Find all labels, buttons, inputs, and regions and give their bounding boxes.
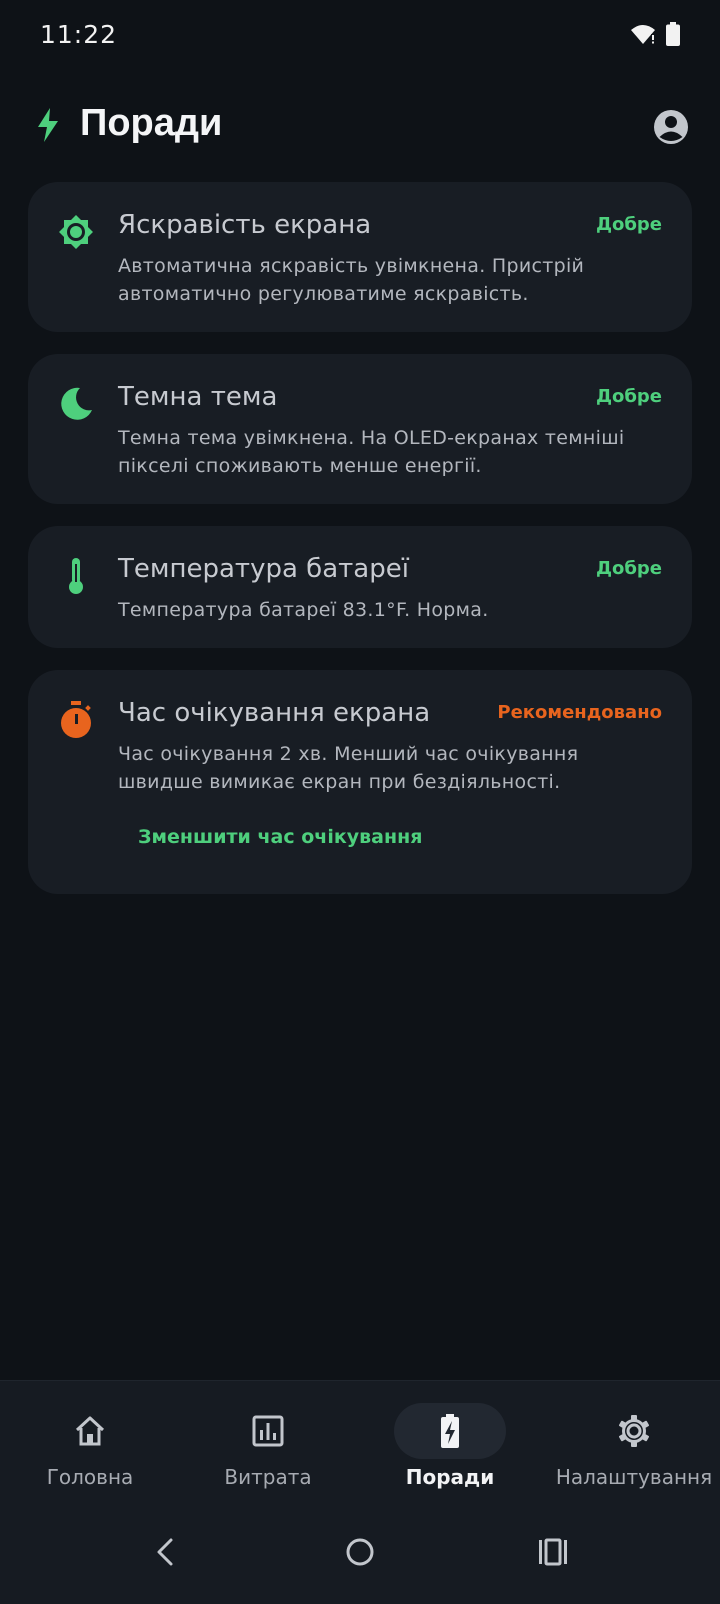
tip-card-brightness[interactable]: Яскравість екрана Добре Автоматична яскр… xyxy=(28,182,692,332)
nav-item-usage[interactable]: Витрата xyxy=(178,1381,358,1499)
status-badge: Добре xyxy=(595,214,662,235)
home-icon xyxy=(75,1416,105,1446)
home-button-icon[interactable] xyxy=(342,1534,378,1570)
system-navigation-bar xyxy=(0,1498,720,1604)
tip-title: Темна тема xyxy=(118,382,278,412)
battery-charging-icon xyxy=(441,1414,459,1448)
nav-label: Витрата xyxy=(224,1465,312,1489)
page-title: Поради xyxy=(80,102,223,144)
recents-icon[interactable] xyxy=(535,1534,571,1570)
nav-label: Головна xyxy=(46,1465,134,1489)
status-icons xyxy=(630,22,680,46)
tip-card-screen-timeout[interactable]: Час очікування екрана Рекомендовано Час … xyxy=(28,670,692,894)
status-time: 11:22 xyxy=(40,20,118,49)
account-icon[interactable] xyxy=(652,108,690,146)
nav-label: Поради xyxy=(405,1465,495,1489)
nav-item-home[interactable]: Головна xyxy=(0,1381,180,1499)
status-badge: Добре xyxy=(595,386,662,407)
timer-icon xyxy=(61,701,91,738)
tip-description: Автоматична яскравість увімкнена. Пристр… xyxy=(118,255,585,305)
gear-icon xyxy=(619,1415,649,1447)
bottom-navigation: Головна Витрата Поради Налаштування xyxy=(0,1380,720,1499)
tip-title: Яскравість екрана xyxy=(118,210,372,240)
header: Поради xyxy=(0,96,720,160)
tip-title: Час очікування екрана xyxy=(118,698,431,728)
nav-label: Налаштування xyxy=(555,1465,713,1489)
brightness-icon xyxy=(59,215,93,249)
status-badge: Добре xyxy=(595,558,662,579)
tip-description: Час очікування 2 хв. Менший час очікуван… xyxy=(118,743,579,793)
bar-chart-icon xyxy=(252,1415,284,1447)
tips-list: Яскравість екрана Добре Автоматична яскр… xyxy=(28,182,692,916)
status-bar: 11:22 xyxy=(0,0,720,72)
tip-description: Темна тема увімкнена. На OLED-екранах те… xyxy=(118,427,625,477)
wifi-icon xyxy=(631,25,655,44)
nav-item-settings[interactable]: Налаштування xyxy=(544,1381,720,1499)
nav-item-tips[interactable]: Поради xyxy=(360,1381,540,1499)
bolt-icon xyxy=(38,108,58,142)
moon-icon xyxy=(61,387,92,420)
tip-card-battery-temperature[interactable]: Температура батареї Добре Температура ба… xyxy=(28,526,692,648)
thermometer-icon xyxy=(69,558,83,594)
reduce-timeout-button[interactable]: Зменшити час очікування xyxy=(138,826,422,848)
battery-icon xyxy=(666,22,680,46)
tip-card-dark-theme[interactable]: Темна тема Добре Темна тема увімкнена. Н… xyxy=(28,354,692,504)
status-badge: Рекомендовано xyxy=(497,702,662,723)
tip-description: Температура батареї 83.1°F. Норма. xyxy=(118,599,489,621)
back-icon[interactable] xyxy=(148,1534,184,1570)
tip-title: Температура батареї xyxy=(118,554,409,584)
